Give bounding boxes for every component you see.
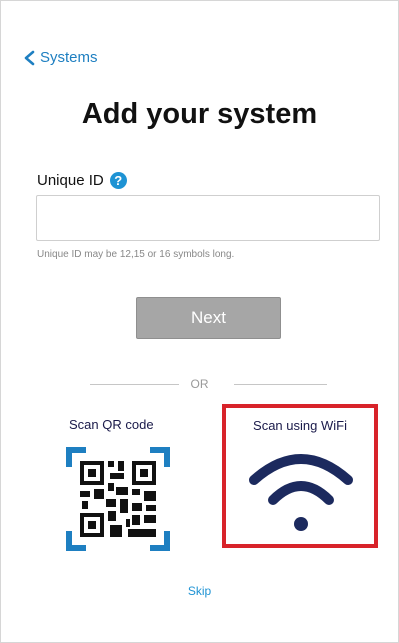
scan-qr-label: Scan QR code [69,417,154,432]
qr-code-icon[interactable] [66,447,170,551]
unique-id-input[interactable] [36,195,380,241]
scan-wifi-label: Scan using WiFi [253,418,347,433]
unique-id-label-text: Unique ID [37,172,104,189]
wifi-icon [249,454,353,531]
unique-id-label: Unique ID ? [37,172,127,189]
back-link[interactable]: Systems [23,49,98,66]
divider-or: OR [190,377,209,391]
back-link-label: Systems [40,49,98,66]
page-title: Add your system [81,98,318,130]
unique-id-hint: Unique ID may be 12,15 or 16 symbols lon… [37,249,235,260]
skip-link[interactable]: Skip [0,584,399,598]
chevron-left-icon [24,50,35,65]
scan-wifi-option[interactable]: Scan using WiFi [222,404,378,548]
help-icon[interactable]: ? [109,172,127,189]
next-button[interactable]: Next [136,297,281,339]
divider-line-right [234,384,327,385]
